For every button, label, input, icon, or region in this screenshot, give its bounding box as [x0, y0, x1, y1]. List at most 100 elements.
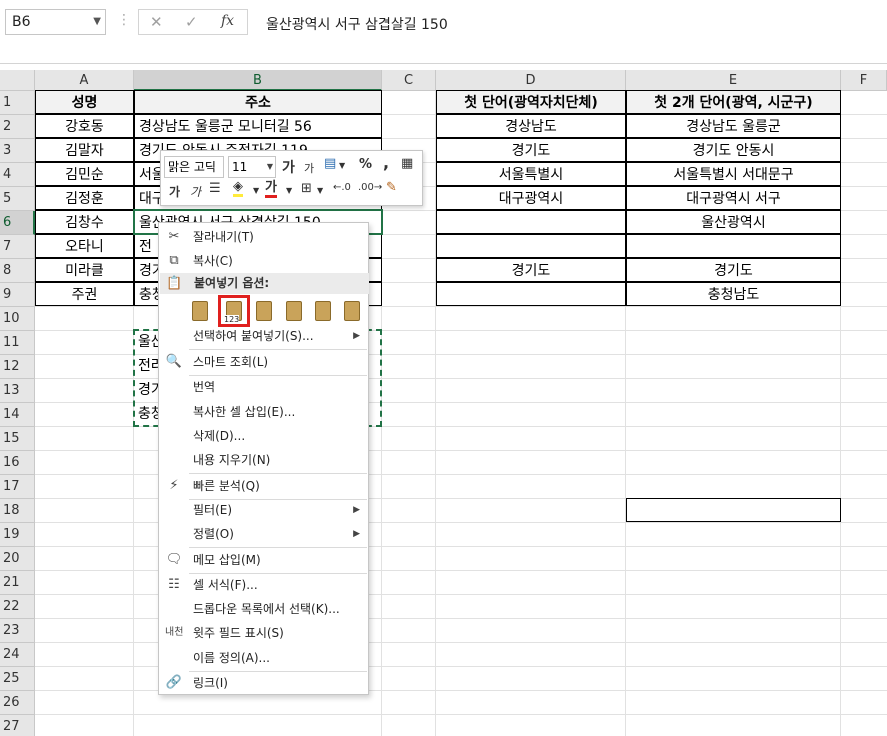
menu-item-clear-contents[interactable]: 내용 지우기(N) [159, 448, 368, 472]
align-center-icon[interactable]: ☰ [209, 181, 221, 196]
cell[interactable]: 충청남도 [626, 282, 841, 306]
menu-item-delete[interactable]: 삭제(D)... [159, 424, 368, 448]
menu-item-pick-dropdown[interactable]: 드롭다운 목록에서 선택(K)... [159, 597, 368, 621]
font-name-box[interactable]: 맑은 고딕 [164, 156, 224, 178]
shrink-font-icon[interactable]: 가 [304, 160, 314, 176]
decrease-decimal-icon[interactable]: .00→ [358, 182, 382, 193]
cell[interactable]: 경기도 [626, 258, 841, 282]
column-header-c[interactable]: C [382, 70, 436, 91]
header-cell-first-two-words[interactable]: 첫 2개 단어(광역, 시군구) [626, 90, 841, 114]
more-options-icon[interactable]: ⋮ [117, 12, 131, 28]
comma-icon[interactable]: , [383, 153, 389, 172]
menu-item-link[interactable]: 🔗 링크(I) [159, 671, 368, 695]
format-painter-icon[interactable]: ✎ [386, 180, 397, 195]
cell[interactable]: 울산광역시 [626, 210, 841, 234]
row-header-3[interactable]: 3 [0, 139, 35, 163]
row-header-27[interactable]: 27 [0, 715, 35, 736]
row-header-22[interactable]: 22 [0, 595, 35, 619]
row-header-23[interactable]: 23 [0, 619, 35, 643]
row-header-17[interactable]: 17 [0, 475, 35, 499]
row-header-13[interactable]: 13 [0, 379, 35, 403]
empty-bordered-cell[interactable] [626, 498, 841, 522]
cancel-icon[interactable]: ✕ [150, 13, 163, 31]
cell[interactable] [436, 210, 626, 234]
fill-color-icon[interactable]: ◈ [233, 180, 243, 197]
menu-item-translate[interactable]: 번역 [159, 375, 368, 399]
font-color-icon[interactable]: 가 [265, 181, 277, 198]
menu-item-copy[interactable]: ⧉ 복사(C) [159, 249, 368, 273]
cell[interactable]: 김민순 [35, 162, 134, 186]
header-cell-first-word[interactable]: 첫 단어(광역자치단체) [436, 90, 626, 114]
row-header-18[interactable]: 18 [0, 499, 35, 523]
row-header-5[interactable]: 5 [0, 187, 35, 211]
paste-formulas-button[interactable] [251, 298, 277, 324]
grow-font-icon[interactable]: 가 [282, 157, 295, 177]
chevron-down-icon[interactable]: ▼ [286, 186, 292, 195]
column-header-e[interactable]: E [626, 70, 841, 91]
row-header-25[interactable]: 25 [0, 667, 35, 691]
cell[interactable]: 김창수 [35, 210, 134, 234]
menu-item-format-cells[interactable]: ☷ 셀 서식(F)... [159, 573, 368, 597]
cell[interactable]: 미라클 [35, 258, 134, 282]
chevron-down-icon[interactable]: ▼ [339, 161, 345, 170]
cell[interactable]: 대구광역시 [436, 186, 626, 210]
row-header-4[interactable]: 4 [0, 163, 35, 187]
accounting-format-icon[interactable]: ▤ [324, 156, 336, 171]
row-header-10[interactable]: 10 [0, 307, 35, 331]
menu-item-paste-special[interactable]: 선택하여 붙여넣기(S)... ▶ [159, 324, 368, 348]
row-header-11[interactable]: 11 [0, 331, 35, 355]
chevron-down-icon[interactable]: ▼ [317, 186, 323, 195]
menu-item-filter[interactable]: 필터(E) ▶ [159, 498, 368, 522]
cell[interactable]: 주권 [35, 282, 134, 306]
menu-item-insert-copied[interactable]: 복사한 셀 삽입(E)... [159, 400, 368, 424]
percent-icon[interactable]: % [359, 157, 372, 172]
cell[interactable]: 서울특별시 서대문구 [626, 162, 841, 186]
row-header-26[interactable]: 26 [0, 691, 35, 715]
menu-item-cut[interactable]: ✂ 잘라내기(T) [159, 225, 368, 249]
row-header-7[interactable]: 7 [0, 235, 35, 259]
select-all-corner[interactable] [0, 70, 35, 91]
cell[interactable]: 경상남도 울릉군 모니터길 56 [134, 114, 382, 138]
cell[interactable]: 김정훈 [35, 186, 134, 210]
insert-function-icon[interactable]: fx [221, 13, 234, 29]
paste-values-button[interactable]: 123 [218, 295, 250, 327]
column-header-d[interactable]: D [436, 70, 626, 91]
row-header-2[interactable]: 2 [0, 115, 35, 139]
row-header-15[interactable]: 15 [0, 427, 35, 451]
cell[interactable]: 서울특별시 [436, 162, 626, 186]
cell[interactable]: 경기도 [436, 258, 626, 282]
row-header-1[interactable]: 1 [0, 91, 35, 115]
cell[interactable]: 경기도 [436, 138, 626, 162]
row-header-19[interactable]: 19 [0, 523, 35, 547]
menu-item-sort[interactable]: 정렬(O) ▶ [159, 522, 368, 546]
header-cell-name[interactable]: 성명 [35, 90, 134, 114]
cell[interactable]: 대구광역시 서구 [626, 186, 841, 210]
paste-button[interactable] [187, 298, 213, 324]
menu-item-quick-analysis[interactable]: ⚡ 빠른 분석(Q) [159, 474, 368, 498]
row-header-9[interactable]: 9 [0, 283, 35, 307]
cell[interactable] [626, 234, 841, 258]
paste-link-button[interactable] [339, 298, 365, 324]
header-cell-address[interactable]: 주소 [134, 90, 382, 114]
row-header-8[interactable]: 8 [0, 259, 35, 283]
row-header-21[interactable]: 21 [0, 571, 35, 595]
menu-item-insert-comment[interactable]: 🗨 메모 삽입(M) [159, 548, 368, 572]
cell[interactable]: 경기도 안동시 [626, 138, 841, 162]
menu-item-define-name[interactable]: 이름 정의(A)... [159, 646, 368, 670]
formula-input[interactable]: 울산광역시 서구 삼겹살길 150 [266, 14, 448, 34]
menu-item-phonetic[interactable]: 내천 윗주 필드 표시(S) [159, 621, 368, 645]
row-header-6[interactable]: 6 [0, 211, 35, 235]
row-header-16[interactable]: 16 [0, 451, 35, 475]
borders-icon[interactable]: ⊞ [301, 181, 312, 196]
row-header-12[interactable]: 12 [0, 355, 35, 379]
row-header-20[interactable]: 20 [0, 547, 35, 571]
chevron-down-icon[interactable]: ▼ [93, 10, 101, 34]
cell[interactable]: 경상남도 울릉군 [626, 114, 841, 138]
cell[interactable]: 경상남도 [436, 114, 626, 138]
cell[interactable]: 강호동 [35, 114, 134, 138]
cell[interactable] [436, 282, 626, 306]
name-box[interactable]: B6 ▼ [5, 9, 106, 35]
italic-icon[interactable]: 가 [190, 183, 201, 200]
paste-transpose-button[interactable] [281, 298, 307, 324]
column-header-b[interactable]: B [134, 70, 382, 91]
